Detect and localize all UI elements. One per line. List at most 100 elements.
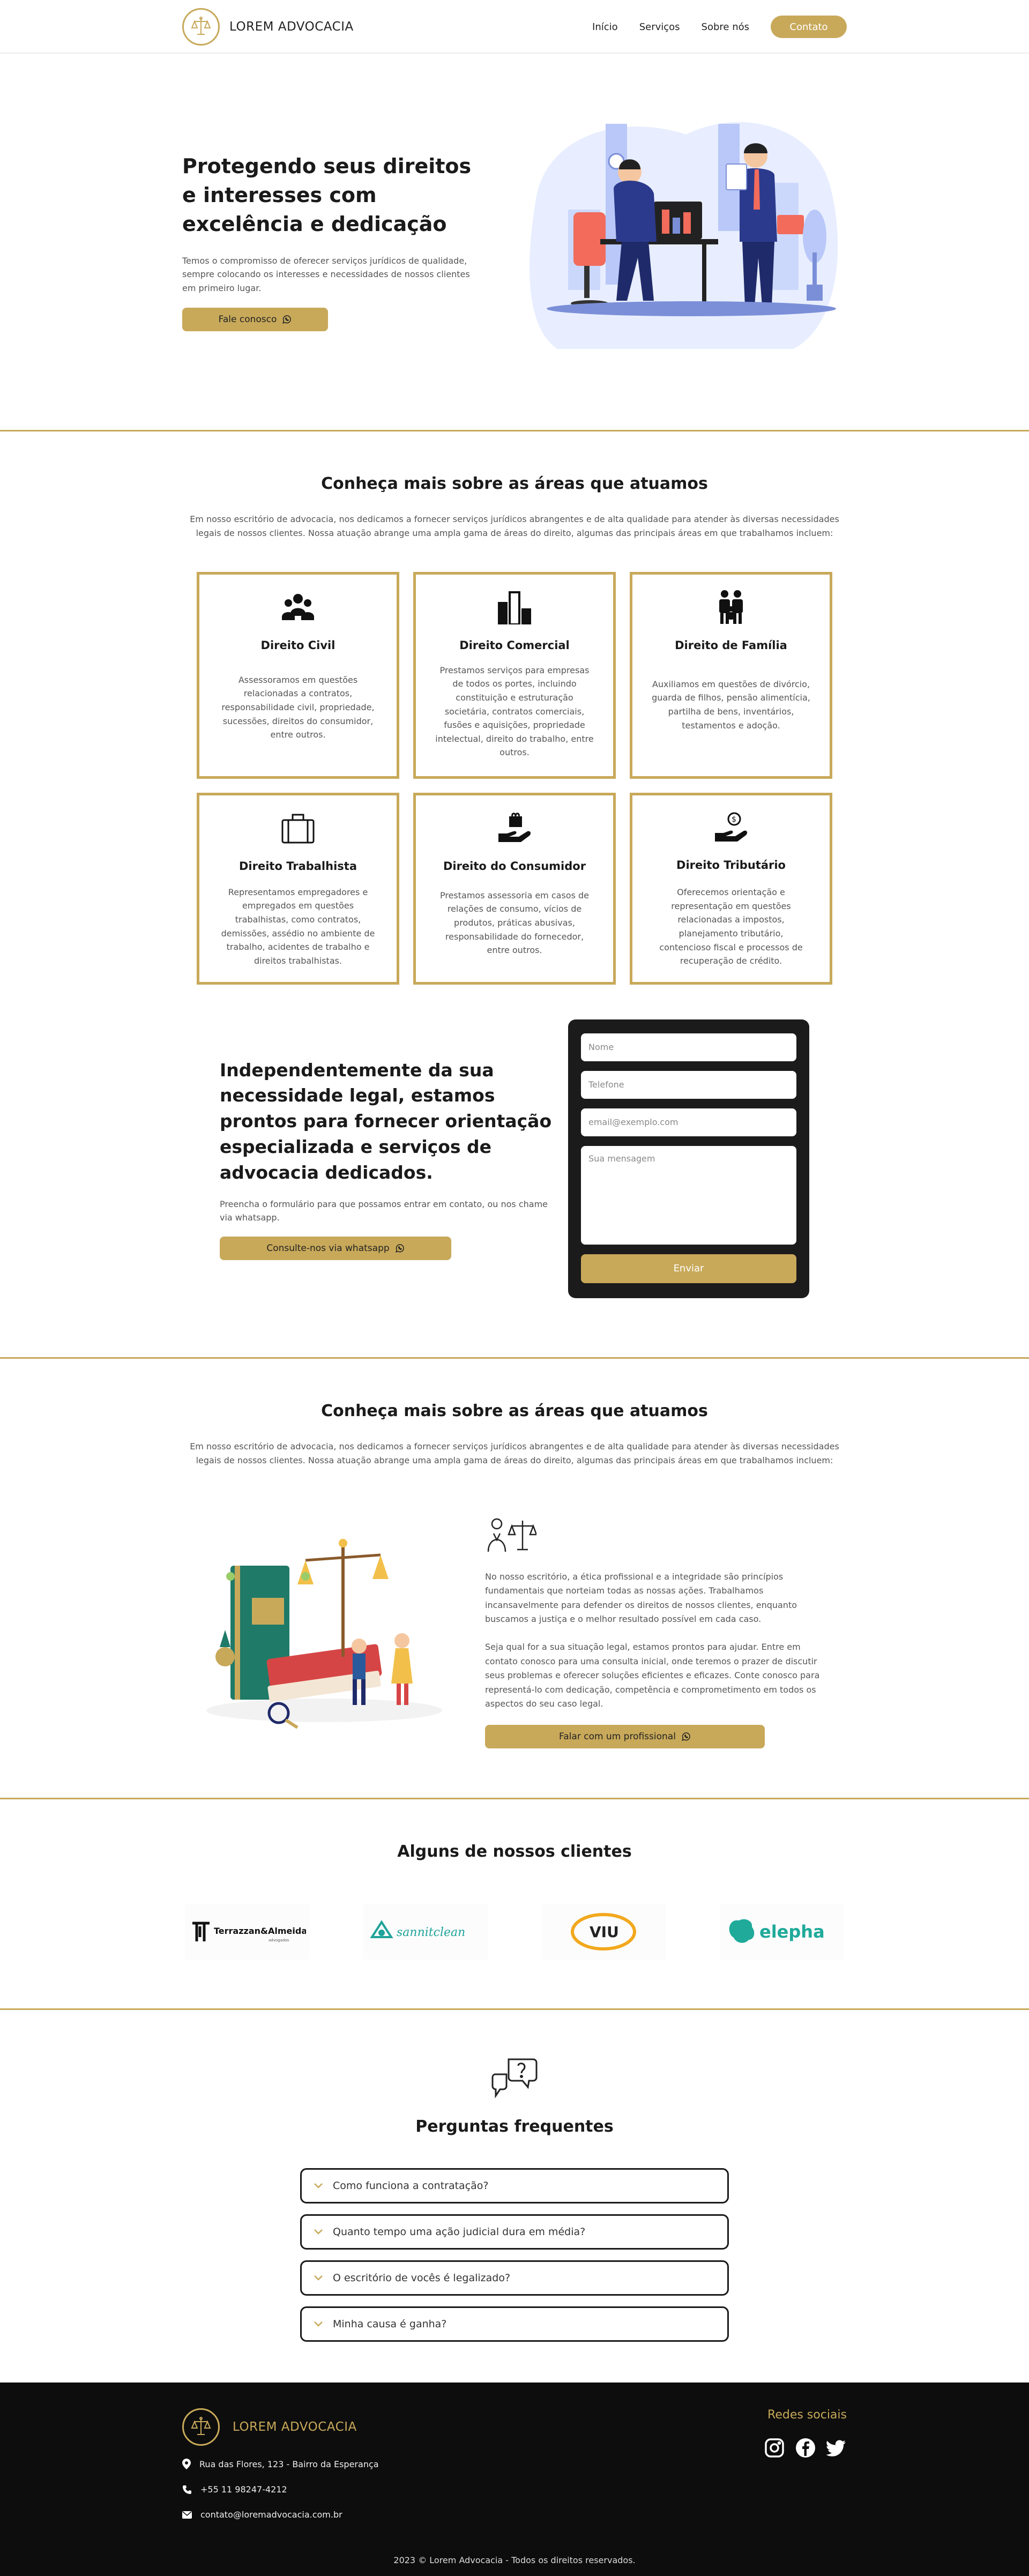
card-text: Oferecemos orientação e representação em… [659,887,803,966]
footer-address: Rua das Flores, 123 - Bairro da Esperanç… [182,2459,379,2469]
hero-section: Protegendo seus direitos e interesses co… [0,54,1029,431]
brand-name: LOREM ADVOCACIA [229,20,354,34]
card-title: Direito Tributário [676,859,786,872]
hero-text: Temos o compromisso de oferecer serviços… [182,255,470,293]
faq-question: Minha causa é ganha? [333,2318,447,2330]
about-subtitle: Em nosso escritório de advocacia, nos de… [190,1441,839,1466]
faq-title: Perguntas frequentes [415,2117,614,2136]
office-illustration [530,122,838,349]
contact-title: Independentemente da sua necessidade leg… [220,1059,552,1183]
svg-text:$: $ [732,815,736,824]
card-text: Prestamos serviços para empresas de todo… [435,665,594,758]
hand-box-icon [496,809,533,847]
family-icon [712,589,750,626]
mail-icon [182,2511,192,2519]
whatsapp-icon [682,1732,690,1741]
faq-section: Perguntas frequentes Como funciona a con… [0,2010,1029,2383]
about-paragraph-2: Seja qual for a sua situação legal, esta… [485,1642,820,1709]
brand[interactable]: LOREM ADVOCACIA [182,8,354,46]
nav-inicio[interactable]: Início [592,21,618,33]
site-header: LOREM ADVOCACIA Início Serviços Sobre nó… [0,0,1029,54]
chevron-down-icon [314,2275,323,2281]
card-direito-trabalhista: Direito Trabalhista Representamos empreg… [197,792,399,985]
chevron-down-icon [314,2183,323,2188]
client-tagline-terrazzan: advogados [269,1938,289,1942]
client-logo-viu: VIU [541,1904,666,1960]
footer-brand[interactable]: LOREM ADVOCACIA [182,2408,379,2446]
phone-field[interactable]: Telefone [581,1070,796,1099]
card-text: Assessoramos em questões relacionadas a … [221,674,375,740]
client-name-viu: VIU [590,1923,619,1941]
nav-servicos[interactable]: Serviços [639,21,680,33]
about-paragraph-1: No nosso escritório, a ética profissiona… [485,1571,797,1624]
chevron-down-icon [314,2321,323,2327]
client-logo-terrazzan: Terrazzan&Almeida advogados [185,1904,309,1960]
talk-to-professional-button[interactable]: Falar com um profissional [485,1725,765,1749]
hand-coin-icon: $ [712,809,750,846]
about-title: Conheça mais sobre as áreas que atuamos [321,1402,708,1420]
faq-question: Como funciona a contratação? [333,2180,489,2192]
footer-brand-name: LOREM ADVOCACIA [233,2420,357,2434]
card-title: Direito Civil [260,638,335,652]
main-nav: Início Serviços Sobre nós Contato [592,16,847,38]
faq-item[interactable]: Quanto tempo uma ação judicial dura em m… [300,2214,729,2250]
card-title: Direito Trabalhista [238,859,357,873]
areas-cards: Direito Civil Assessoramos em questões r… [0,571,1029,985]
card-title: Direito Comercial [459,638,570,652]
faq-item[interactable]: Minha causa é ganha? [300,2306,729,2342]
address-text: Rua das Flores, 123 - Bairro da Esperanç… [199,2459,379,2469]
clients-title: Alguns de nossos clientes [397,1842,632,1861]
client-logo-sannitclean: sannitclean [363,1904,488,1960]
card-direito-civil: Direito Civil Assessoramos em questões r… [197,571,399,779]
card-text: Auxiliamos em questões de divórcio, guar… [652,679,810,731]
contact-text: Preencha o formulário para que possamos … [220,1198,548,1223]
card-direito-tributario: $ Direito Tributário Oferecemos orientaç… [630,792,832,985]
faq-question: O escritório de vocês é legalizado? [333,2272,511,2284]
areas-section: Conheça mais sobre as áreas que atuamos … [0,431,1029,1359]
contact-block: Independentemente da sua necessidade leg… [220,1019,809,1298]
name-field[interactable]: Nome [581,1033,796,1061]
phone-icon [183,2485,191,2494]
hero-button-label: Fale conosco [218,314,277,325]
send-button[interactable]: Enviar [581,1254,796,1283]
hero-title: Protegendo seus direitos e interesses co… [182,154,472,236]
social-title: Redes sociais [767,2408,847,2422]
scales-logo-icon [182,2408,220,2446]
facebook-icon[interactable] [795,2438,816,2458]
faq-item[interactable]: O escritório de vocês é legalizado? [300,2260,729,2296]
faq-list: Como funciona a contratação? Quanto temp… [300,2168,729,2342]
client-name-sannitclean: sannitclean [397,1926,465,1939]
phone-text: +55 11 98247-4212 [200,2484,287,2495]
hero-contact-button[interactable]: Fale conosco [182,308,328,332]
faq-question: Quanto tempo uma ação judicial dura em m… [333,2226,586,2238]
client-logo-elepha: elepha [719,1904,844,1960]
copyright: 2023 © Lorem Advocacia - Todos os direit… [393,2555,636,2565]
card-title: Direito de Família [675,638,787,652]
location-pin-icon [182,2459,191,2469]
card-text: Prestamos assessoria em casos de relaçõe… [439,890,589,956]
scales-logo-icon [182,8,220,46]
nav-sobre[interactable]: Sobre nós [702,21,749,33]
whatsapp-contact-button[interactable]: Consulte-nos via whatsapp [220,1236,451,1260]
about-button-label: Falar com um profissional [559,1731,676,1743]
whatsapp-icon [282,315,292,324]
instagram-icon[interactable] [764,2438,785,2458]
footer-email[interactable]: contato@loremadvocacia.com.br [182,2510,379,2520]
faq-item[interactable]: Como funciona a contratação? [300,2168,729,2203]
contact-button[interactable]: Contato [771,16,847,38]
clients-section: Alguns de nossos clientes Terrazzan&Alme… [0,1799,1029,2010]
whatsapp-button-label: Consulte-nos via whatsapp [266,1242,390,1254]
contact-form: Nome Telefone email@exemplo.com Sua mens… [568,1019,809,1298]
law-books-illustration [206,1538,442,1729]
whatsapp-icon [395,1244,404,1253]
areas-title: Conheça mais sobre as áreas que atuamos [321,474,708,493]
lawyer-scales-icon [487,1518,538,1552]
email-field[interactable]: email@exemplo.com [581,1108,796,1136]
footer-phone[interactable]: +55 11 98247-4212 [182,2484,379,2495]
message-field[interactable]: Sua mensagem [581,1145,796,1245]
card-direito-familia: Direito de Família Auxiliamos em questõe… [630,571,832,779]
card-text: Representamos empregadores e empregados … [221,887,375,966]
card-direito-consumidor: Direito do Consumidor Prestamos assessor… [413,792,616,985]
twitter-icon[interactable] [826,2438,847,2458]
about-section: Conheça mais sobre as áreas que atuamos … [0,1359,1029,1799]
